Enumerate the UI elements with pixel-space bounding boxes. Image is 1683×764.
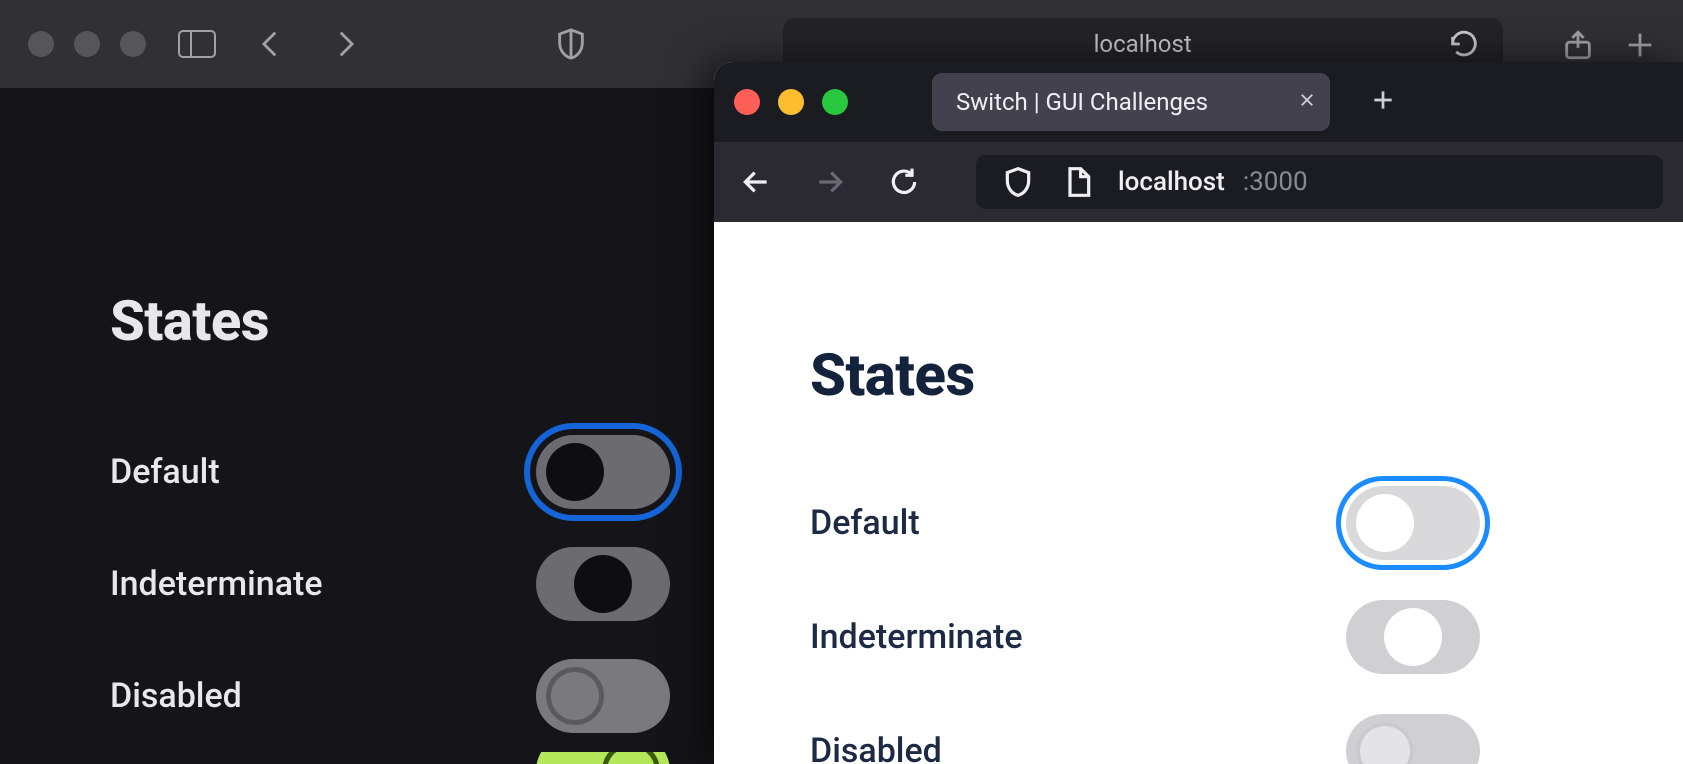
traffic-light-maximize[interactable] [822, 89, 848, 115]
traffic-light-close[interactable] [28, 31, 54, 57]
state-label: Default [110, 452, 220, 492]
switch-disabled [536, 659, 670, 733]
state-row-indeterminate: Indeterminate [810, 580, 1480, 694]
switch-indeterminate[interactable] [1346, 600, 1480, 674]
traffic-light-minimize[interactable] [74, 31, 100, 57]
traffic-light-minimize[interactable] [778, 89, 804, 115]
traffic-light-maximize[interactable] [120, 31, 146, 57]
state-label: Default [810, 503, 920, 543]
page-heading: States [810, 342, 1587, 410]
shield-icon[interactable] [548, 21, 594, 67]
tab-title: Switch | GUI Challenges [956, 88, 1208, 116]
forward-icon[interactable] [808, 160, 852, 204]
forward-icon[interactable] [322, 21, 368, 67]
url-host: localhost [1118, 167, 1225, 197]
firefox-page-content: States Default Indeterminate Disabled [714, 222, 1683, 764]
switch-states-list: Default Indeterminate Disabled [810, 466, 1480, 764]
switch-states-list: Default Indeterminate Disabled [110, 416, 670, 764]
firefox-titlebar: Switch | GUI Challenges [714, 62, 1683, 142]
traffic-light-close[interactable] [734, 89, 760, 115]
back-icon[interactable] [734, 160, 778, 204]
state-row-indeterminate: Indeterminate [110, 528, 670, 640]
firefox-window: Switch | GUI Challenges [714, 62, 1683, 764]
page-icon [1056, 160, 1100, 204]
switch-default[interactable] [536, 435, 670, 509]
firefox-toolbar: localhost :3000 [714, 142, 1683, 222]
state-row-default: Default [810, 466, 1480, 580]
state-label: Disabled [110, 676, 242, 716]
switch-indeterminate[interactable] [536, 547, 670, 621]
state-label: Indeterminate [810, 617, 1023, 657]
safari-traffic-lights [28, 31, 146, 57]
switch-disabled [1346, 714, 1480, 764]
state-row-disabled: Disabled [810, 694, 1480, 764]
state-label: Indeterminate [110, 564, 323, 604]
address-bar-icons [996, 160, 1100, 204]
shield-icon[interactable] [996, 160, 1040, 204]
new-tab-button[interactable] [1354, 82, 1412, 122]
state-label: Disabled [810, 731, 942, 764]
firefox-address-bar[interactable]: localhost :3000 [976, 155, 1663, 209]
switch-default[interactable] [1346, 486, 1480, 560]
firefox-traffic-lights [734, 89, 848, 115]
state-row-default: Default [110, 416, 670, 528]
switch-disabled-checked [536, 752, 670, 764]
url-port: :3000 [1243, 167, 1308, 197]
browser-tab[interactable]: Switch | GUI Challenges [932, 73, 1330, 131]
sidebar-toggle-icon[interactable] [174, 21, 220, 67]
reload-icon[interactable] [1441, 21, 1487, 67]
state-row-disabled: Disabled [110, 640, 670, 752]
back-icon[interactable] [248, 21, 294, 67]
reload-icon[interactable] [882, 160, 926, 204]
safari-url-text: localhost [1094, 30, 1192, 58]
state-row-disabled-checked [110, 752, 670, 764]
tab-close-icon[interactable] [1298, 90, 1316, 114]
